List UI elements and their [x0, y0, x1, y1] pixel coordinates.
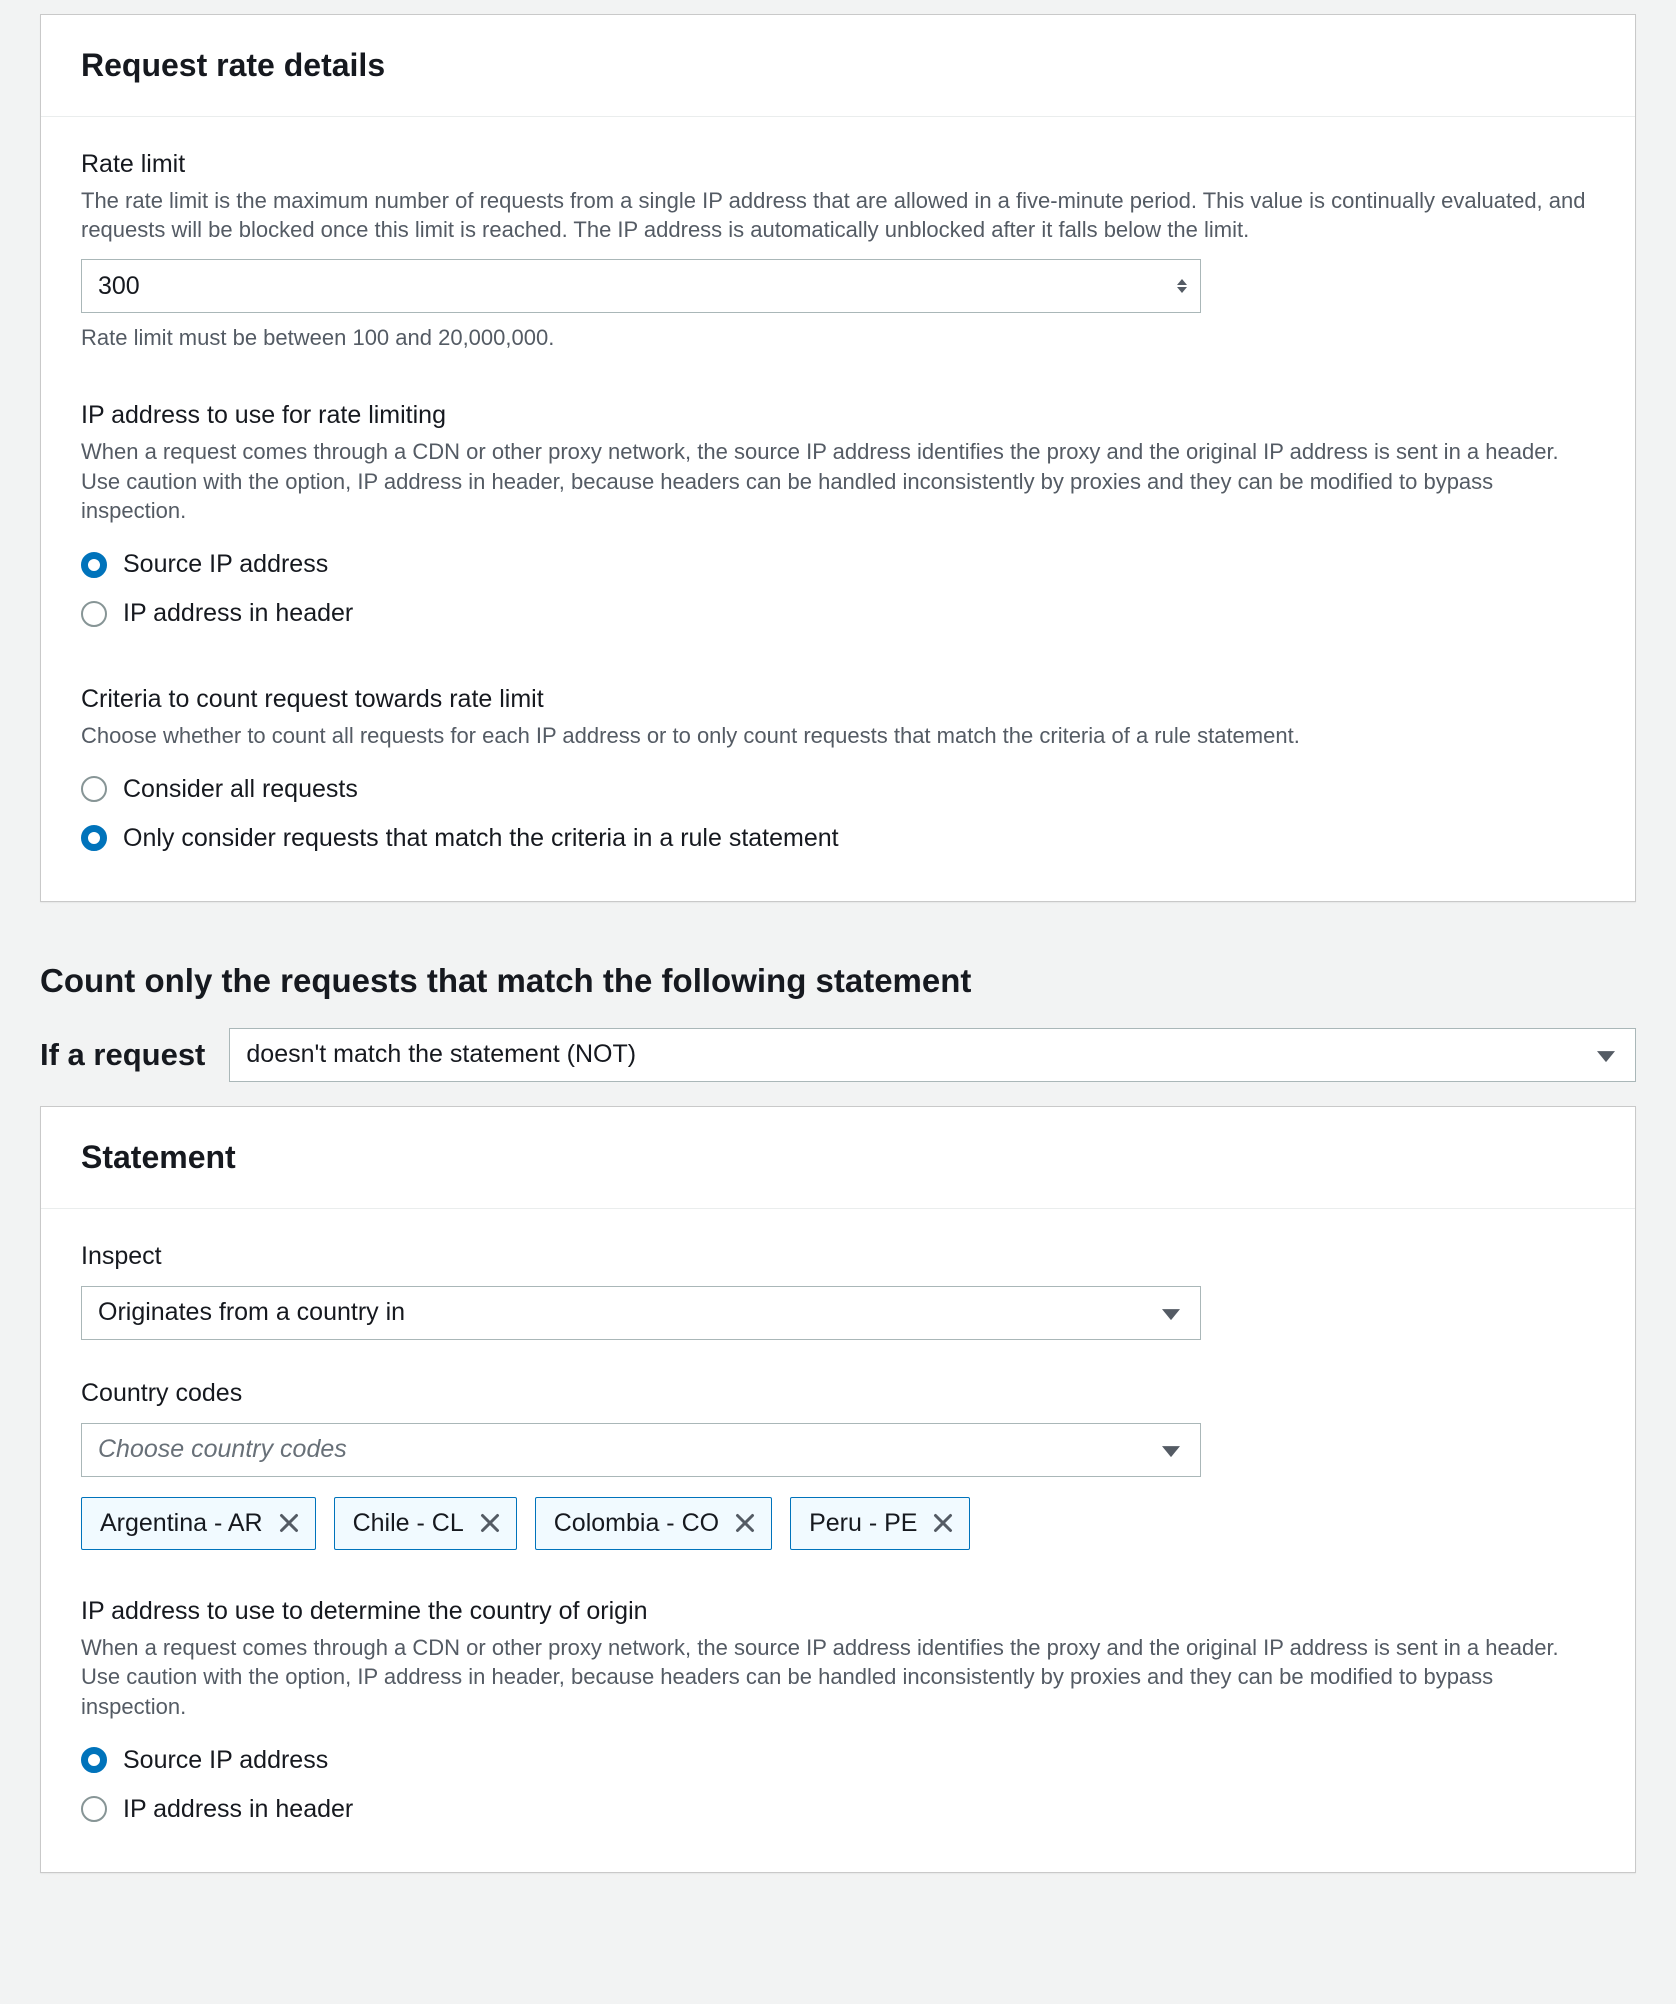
panel-title: Statement [81, 1135, 1595, 1180]
select-placeholder: Choose country codes [98, 1432, 347, 1467]
chevron-down-icon [1597, 1051, 1615, 1062]
radio-icon [81, 1796, 107, 1822]
criteria-option-all[interactable]: Consider all requests [81, 765, 1595, 814]
tag-label: Peru - PE [809, 1506, 917, 1541]
rate-limit-input[interactable] [81, 259, 1201, 313]
radio-label: Only consider requests that match the cr… [123, 821, 839, 856]
ip-origin-field: IP address to use to determine the count… [81, 1594, 1595, 1834]
radio-icon [81, 552, 107, 578]
rate-limit-field: Rate limit The rate limit is the maximum… [81, 147, 1595, 354]
radio-label: Source IP address [123, 1743, 328, 1778]
country-tag: Peru - PE [790, 1497, 970, 1550]
rate-limit-stepper[interactable] [1173, 272, 1191, 300]
close-icon [480, 1513, 500, 1533]
remove-tag-button[interactable] [733, 1511, 757, 1535]
ip-origin-option-source[interactable]: Source IP address [81, 1736, 1595, 1785]
select-value: doesn't match the statement (NOT) [246, 1037, 636, 1072]
panel-title: Request rate details [81, 43, 1595, 88]
request-rate-details-panel: Request rate details Rate limit The rate… [40, 14, 1636, 902]
ip-rate-option-header[interactable]: IP address in header [81, 589, 1595, 638]
country-codes-label: Country codes [81, 1376, 1595, 1411]
rate-limit-description: The rate limit is the maximum number of … [81, 186, 1595, 245]
radio-label: Source IP address [123, 547, 328, 582]
tag-label: Colombia - CO [554, 1506, 719, 1541]
radio-label: Consider all requests [123, 772, 358, 807]
country-tag: Chile - CL [334, 1497, 517, 1550]
remove-tag-button[interactable] [931, 1511, 955, 1535]
stepper-up-icon [1177, 279, 1187, 285]
remove-tag-button[interactable] [277, 1511, 301, 1535]
tag-label: Chile - CL [353, 1506, 464, 1541]
statement-panel: Statement Inspect Originates from a coun… [40, 1106, 1636, 1873]
ip-rate-limiting-field: IP address to use for rate limiting When… [81, 398, 1595, 638]
close-icon [933, 1513, 953, 1533]
ip-rate-description: When a request comes through a CDN or ot… [81, 437, 1595, 526]
country-codes-tags: Argentina - AR Chile - CL Colombia - CO [81, 1497, 1595, 1550]
inspect-select[interactable]: Originates from a country in [81, 1286, 1201, 1340]
inspect-field: Inspect Originates from a country in [81, 1239, 1595, 1340]
criteria-option-match[interactable]: Only consider requests that match the cr… [81, 814, 1595, 863]
country-tag: Argentina - AR [81, 1497, 316, 1550]
ip-origin-label: IP address to use to determine the count… [81, 1594, 1595, 1629]
close-icon [279, 1513, 299, 1533]
tag-label: Argentina - AR [100, 1506, 263, 1541]
radio-label: IP address in header [123, 596, 353, 631]
criteria-field: Criteria to count request towards rate l… [81, 682, 1595, 863]
count-section-heading: Count only the requests that match the f… [40, 958, 1636, 1004]
rate-limit-hint: Rate limit must be between 100 and 20,00… [81, 323, 1595, 354]
rate-limit-label: Rate limit [81, 147, 1595, 182]
ip-origin-option-header[interactable]: IP address in header [81, 1785, 1595, 1834]
ip-origin-description: When a request comes through a CDN or ot… [81, 1633, 1595, 1722]
chevron-down-icon [1162, 1309, 1180, 1320]
ip-origin-radio-group: Source IP address IP address in header [81, 1736, 1595, 1834]
criteria-label: Criteria to count request towards rate l… [81, 682, 1595, 717]
radio-label: IP address in header [123, 1792, 353, 1827]
radio-icon [81, 601, 107, 627]
ip-rate-label: IP address to use for rate limiting [81, 398, 1595, 433]
criteria-description: Choose whether to count all requests for… [81, 721, 1595, 751]
inspect-label: Inspect [81, 1239, 1595, 1274]
if-request-row: If a request doesn't match the statement… [40, 1028, 1636, 1082]
country-codes-field: Country codes Choose country codes Argen… [81, 1376, 1595, 1550]
country-tag: Colombia - CO [535, 1497, 772, 1550]
if-request-label: If a request [40, 1033, 205, 1076]
radio-icon [81, 1747, 107, 1773]
radio-icon [81, 825, 107, 851]
close-icon [735, 1513, 755, 1533]
country-codes-select[interactable]: Choose country codes [81, 1423, 1201, 1477]
ip-rate-radio-group: Source IP address IP address in header [81, 540, 1595, 638]
criteria-radio-group: Consider all requests Only consider requ… [81, 765, 1595, 863]
ip-rate-option-source[interactable]: Source IP address [81, 540, 1595, 589]
remove-tag-button[interactable] [478, 1511, 502, 1535]
radio-icon [81, 776, 107, 802]
chevron-down-icon [1162, 1446, 1180, 1457]
select-value: Originates from a country in [98, 1295, 405, 1330]
stepper-down-icon [1177, 287, 1187, 293]
if-request-select[interactable]: doesn't match the statement (NOT) [229, 1028, 1636, 1082]
